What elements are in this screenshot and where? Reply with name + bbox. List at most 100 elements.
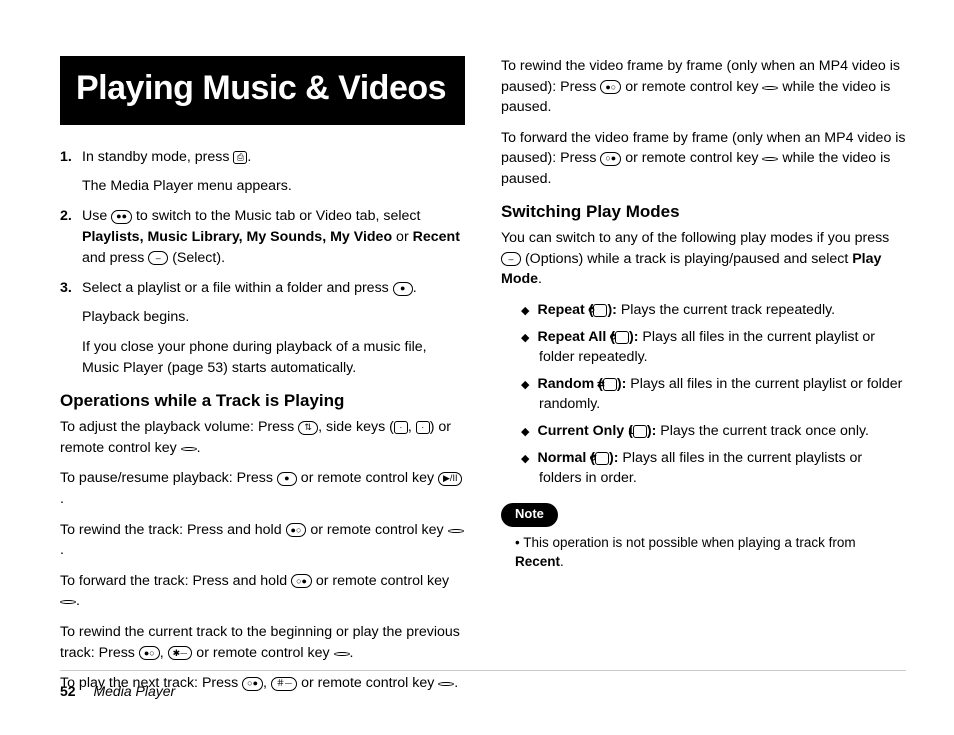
menu-options-bold: Playlists, Music Library, My Sounds, My …	[82, 229, 392, 245]
hash-key-icon: ＃⏤	[271, 677, 297, 691]
mode-repeat-all: Repeat All (⥀): Plays all files in the c…	[521, 327, 906, 368]
mode-name: Repeat	[537, 302, 584, 318]
play-modes-list: Repeat (⥀): Plays the current track repe…	[501, 300, 906, 489]
op-pause: To pause/resume playback: Press ● or rem…	[60, 468, 465, 509]
remote-key-icon	[60, 600, 76, 604]
t: .	[454, 675, 458, 691]
step-sub: The Media Player menu appears.	[82, 176, 465, 197]
footer-rule	[60, 670, 906, 671]
remote-key-icon	[438, 682, 454, 686]
mode-normal: Normal (↺): Plays all files in the curre…	[521, 448, 906, 489]
side-key-b-icon: ·	[416, 421, 430, 434]
options-key-icon: –	[501, 252, 521, 266]
mode-current-only: Current Only (1): Plays the current trac…	[521, 421, 906, 442]
step-sub: Playback begins.	[82, 307, 465, 328]
page-footer: 52 Media Player	[60, 683, 175, 699]
op-forward-frame: To forward the video frame by frame (onl…	[501, 128, 906, 190]
step-text: In standby mode, press	[82, 149, 233, 165]
remote-key-icon	[334, 652, 350, 656]
remote-key-icon	[448, 529, 464, 533]
op-rewind-frame: To rewind the video frame by frame (only…	[501, 56, 906, 118]
t: .	[560, 554, 564, 569]
standby-key-icon: ⎙	[233, 151, 247, 164]
random-icon: ⇄	[603, 378, 617, 391]
center-key-icon: ●	[393, 282, 413, 296]
note-tab: Note	[501, 503, 558, 527]
t: To pause/resume playback: Press	[60, 470, 277, 486]
t: or remote control key	[312, 573, 449, 589]
t: ,	[263, 675, 271, 691]
note-recent-bold: Recent	[515, 554, 560, 569]
t: Use	[82, 208, 111, 224]
t: ,	[160, 645, 168, 661]
mode-name: Repeat All	[537, 329, 606, 345]
mode-name: Normal	[537, 450, 586, 466]
t: ,	[408, 419, 416, 435]
procedure-steps: In standby mode, press ⎙. The Media Play…	[60, 147, 465, 378]
menu-recent-bold: Recent	[413, 229, 460, 245]
t: .	[60, 491, 64, 507]
operations-heading: Operations while a Track is Playing	[60, 389, 465, 414]
step-1: In standby mode, press ⎙. The Media Play…	[82, 147, 465, 196]
chapter-title: Playing Music & Videos	[76, 64, 449, 113]
page-number: 52	[60, 683, 76, 699]
t: This operation is not possible when play…	[523, 535, 855, 550]
play-modes-intro: You can switch to any of the following p…	[501, 228, 906, 290]
side-key-a-icon: ·	[394, 421, 408, 434]
t: or remote control key	[621, 79, 762, 95]
mode-repeat: Repeat (⥀): Plays the current track repe…	[521, 300, 906, 321]
left-column: Playing Music & Videos In standby mode, …	[60, 56, 465, 704]
t: to switch to the Music tab or Video tab,…	[132, 208, 420, 224]
t: .	[76, 593, 80, 609]
step-sub: If you close your phone during playback …	[82, 337, 465, 378]
select-key-icon: –	[148, 251, 168, 265]
t: and press	[82, 250, 148, 266]
t: or remote control key	[306, 522, 447, 538]
t: or remote control key	[192, 645, 333, 661]
t: Select a playlist or a file within a fol…	[82, 280, 393, 296]
op-prev-track: To rewind the current track to the begin…	[60, 622, 465, 663]
nav-left-icon: ●○	[286, 523, 307, 537]
section-name: Media Player	[93, 683, 175, 699]
t: To adjust the playback volume: Press	[60, 419, 298, 435]
repeat-all-icon: ⥀	[615, 331, 629, 344]
t: (Options) while a track is playing/pause…	[521, 251, 852, 267]
t: You can switch to any of the following p…	[501, 230, 889, 246]
note-block: Note This operation is not possible when…	[501, 503, 906, 572]
t: , side keys (	[318, 419, 394, 435]
current-only-icon: 1	[633, 425, 647, 438]
t: To rewind the track: Press and hold	[60, 522, 286, 538]
right-column: To rewind the video frame by frame (only…	[501, 56, 906, 704]
play-modes-heading: Switching Play Modes	[501, 200, 906, 225]
updown-key-icon: ⇅	[298, 421, 318, 435]
t: .	[60, 542, 64, 558]
remote-key-icon	[181, 447, 197, 451]
mode-random: Random (⇄): Plays all files in the curre…	[521, 374, 906, 415]
step-2: Use ●● to switch to the Music tab or Vid…	[82, 206, 465, 268]
mode-desc: Plays the current track once only.	[656, 423, 869, 439]
mode-name: Random	[537, 376, 594, 392]
nav-left-icon: ●○	[139, 646, 160, 660]
op-forward: To forward the track: Press and hold ○● …	[60, 571, 465, 612]
t: (Select).	[168, 250, 225, 266]
t: .	[197, 440, 201, 456]
remote-key-icon	[762, 86, 778, 90]
op-volume: To adjust the playback volume: Press ⇅, …	[60, 417, 465, 458]
page-body: Playing Music & Videos In standby mode, …	[0, 0, 954, 704]
remote-key-icon	[762, 157, 778, 161]
play-pause-key-icon: ▶/II	[438, 472, 462, 486]
mode-desc: Plays the current track repeatedly.	[617, 302, 835, 318]
center-key-icon: ●	[277, 472, 297, 486]
nav-right-icon: ○●	[600, 152, 621, 166]
nav-right-icon: ○●	[242, 677, 263, 691]
t: or	[392, 229, 413, 245]
t: .	[538, 271, 542, 287]
t: To forward the track: Press and hold	[60, 573, 291, 589]
t: .	[413, 280, 417, 296]
op-rewind: To rewind the track: Press and hold ●○ o…	[60, 520, 465, 561]
nav-left-icon: ●○	[600, 80, 621, 94]
t: or remote control key	[297, 675, 438, 691]
chapter-title-block: Playing Music & Videos	[60, 56, 465, 125]
nav-right-icon: ○●	[291, 574, 312, 588]
star-key-icon: ✱⏤	[168, 646, 193, 660]
